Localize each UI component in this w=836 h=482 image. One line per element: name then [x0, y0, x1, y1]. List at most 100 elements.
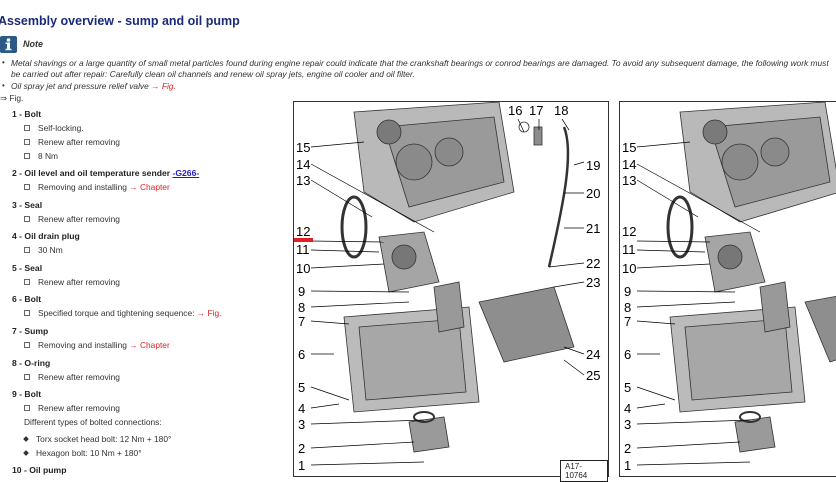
- item-number: 10 -: [12, 465, 27, 475]
- callout-2: 2: [624, 441, 631, 456]
- callout-13: 13: [622, 173, 636, 188]
- callout-6: 6: [298, 347, 305, 362]
- callout-9: 9: [624, 284, 631, 299]
- item-number: 2 -: [12, 168, 23, 178]
- spray-jet-line: Oil spray jet and pressure relief valve …: [11, 81, 176, 91]
- callout-16: 16: [508, 103, 522, 118]
- page-title: Assembly overview - sump and oil pump: [0, 14, 240, 28]
- square-bullet-icon: [24, 309, 30, 316]
- item-name: Bolt: [24, 109, 42, 119]
- callout-12: 12: [296, 224, 310, 239]
- callout-3: 3: [624, 417, 631, 432]
- item-number: 6 -: [12, 294, 23, 304]
- chapter-link[interactable]: → Chapter: [129, 182, 170, 192]
- figure-id-label: A17-10764: [560, 460, 608, 482]
- list-subitem: Different types of bolted connections:: [24, 417, 162, 427]
- list-subitem: Renew after removing: [24, 403, 120, 413]
- item-number: 1 -: [12, 109, 23, 119]
- engine-diagram-drawing: 15 14 13 12 11 10 9 8 7 6 5 4 3 2 1: [622, 101, 836, 473]
- callout-17: 17: [529, 103, 543, 118]
- item-number: 9 -: [12, 389, 23, 399]
- list-item-header: 6 - Bolt: [12, 294, 41, 304]
- diamond-bullet-icon: [23, 435, 29, 442]
- callout-23: 23: [586, 275, 600, 290]
- subitem-text: Renew after removing: [38, 214, 120, 224]
- spray-jet-fig: Fig.: [161, 81, 176, 91]
- square-bullet-icon: [24, 124, 30, 131]
- list-subitem: 30 Nm: [24, 245, 63, 255]
- callout-11: 11: [296, 242, 310, 257]
- subitem-text: Renew after removing: [38, 277, 120, 287]
- item-name: Seal: [24, 263, 43, 273]
- list-item-header: 5 - Seal: [12, 263, 42, 273]
- item-name: Seal: [24, 200, 43, 210]
- callout-10: 10: [622, 261, 636, 276]
- square-bullet-icon: [24, 183, 30, 190]
- callout-8: 8: [298, 300, 305, 315]
- list-subitem: Renew after removing: [24, 137, 120, 147]
- square-bullet-icon: [24, 278, 30, 285]
- callout-20: 20: [586, 186, 600, 201]
- engine-diagram-drawing: 15 14 13 12 11 10 9 8 7 6 5 4 3 2 1 16 1…: [294, 101, 600, 473]
- list-subitem: Self-locking.: [24, 123, 84, 133]
- callout-9: 9: [298, 284, 305, 299]
- callout-18: 18: [554, 103, 568, 118]
- callout-6: 6: [624, 347, 631, 362]
- list-subitem: 8 Nm: [24, 151, 58, 161]
- list-subitem: Hexagon bolt: 10 Nm + 180°: [23, 448, 142, 458]
- callout-4: 4: [624, 401, 631, 416]
- subitem-text: Removing and installing: [38, 340, 127, 350]
- callout-15: 15: [622, 140, 636, 155]
- chapter-link[interactable]: → Chapter: [129, 340, 170, 350]
- callout-13: 13: [296, 173, 310, 188]
- fig-link[interactable]: → Fig.: [197, 308, 222, 318]
- subitem-text: Torx socket head bolt: 12 Nm + 180°: [36, 434, 172, 444]
- g266-link[interactable]: -G266-: [172, 168, 199, 178]
- list-subitem: Torx socket head bolt: 12 Nm + 180°: [23, 434, 172, 444]
- subitem-text: Renew after removing: [38, 372, 120, 382]
- square-bullet-icon: [24, 152, 30, 159]
- item-name: Bolt: [24, 294, 42, 304]
- callout-14: 14: [296, 157, 310, 172]
- subitem-text: Renew after removing: [38, 403, 120, 413]
- callout-2: 2: [298, 441, 305, 456]
- callout-11: 11: [622, 242, 636, 257]
- spray-jet-link[interactable]: → Fig.: [151, 81, 176, 91]
- subitem-text: Self-locking.: [38, 123, 84, 133]
- item-number: 3 -: [12, 200, 23, 210]
- list-item-header: 2 - Oil level and oil temperature sender…: [12, 168, 199, 178]
- list-item-header: 4 - Oil drain plug: [12, 231, 80, 241]
- highlight-marker: [294, 238, 313, 242]
- callout-10: 10: [296, 261, 310, 276]
- square-bullet-icon: [24, 246, 30, 253]
- callout-21: 21: [586, 221, 600, 236]
- item-number: 5 -: [12, 263, 23, 273]
- callout-25: 25: [586, 368, 600, 383]
- fig-link[interactable]: ⇒ Fig.: [0, 93, 23, 103]
- item-number: 4 -: [12, 231, 23, 241]
- spray-jet-text: Oil spray jet and pressure relief valve: [11, 81, 149, 91]
- square-bullet-icon: [24, 215, 30, 222]
- item-number: 7 -: [12, 326, 23, 336]
- subitem-text: Specified torque and tightening sequence…: [38, 308, 195, 318]
- diamond-bullet-icon: [23, 449, 29, 456]
- callout-22: 22: [586, 256, 600, 271]
- list-item-header: 1 - Bolt: [12, 109, 41, 119]
- note-label: Note: [23, 39, 43, 49]
- list-item-header: 7 - Sump: [12, 326, 48, 336]
- square-bullet-icon: [24, 138, 30, 145]
- list-item-header: 9 - Bolt: [12, 389, 41, 399]
- list-subitem: Specified torque and tightening sequence…: [24, 308, 221, 318]
- item-number: 8 -: [12, 358, 23, 368]
- list-item-header: 8 - O-ring: [12, 358, 50, 368]
- exploded-diagram-duplicate: 15 14 13 12 11 10 9 8 7 6 5 4 3 2 1: [619, 101, 836, 477]
- arrow-icon: →: [151, 81, 160, 91]
- callout-12: 12: [622, 224, 636, 239]
- square-bullet-icon: [24, 373, 30, 380]
- list-subitem: Renew after removing: [24, 214, 120, 224]
- subitem-text: 8 Nm: [38, 151, 59, 161]
- callout-4: 4: [298, 401, 305, 416]
- item-name: Bolt: [24, 389, 42, 399]
- list-subitem: Renew after removing: [24, 372, 120, 382]
- list-subitem: Removing and installing → Chapter: [24, 182, 170, 192]
